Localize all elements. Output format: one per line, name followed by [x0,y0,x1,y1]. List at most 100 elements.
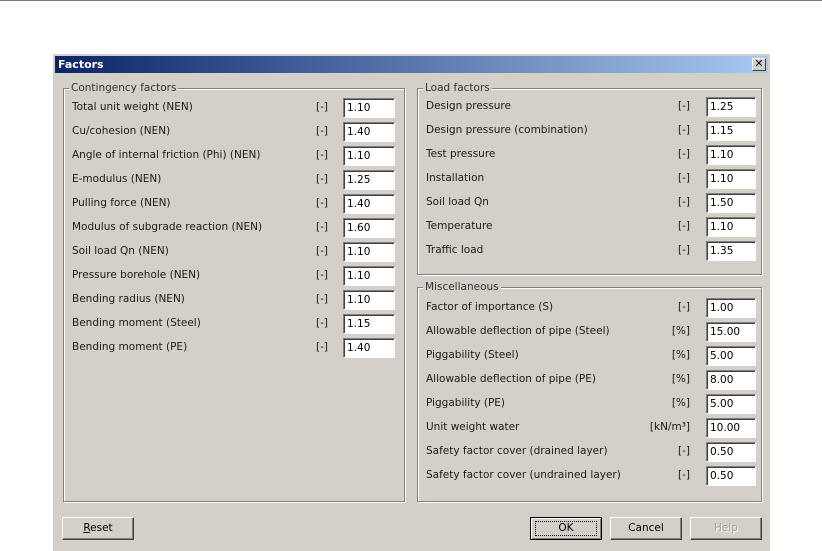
contingency-row-input[interactable] [343,338,395,358]
contingency-row-input[interactable] [343,314,395,334]
misc-row-input[interactable] [706,298,756,318]
ok-focus-rect [535,521,597,536]
misc-row: Piggability (PE) [%] [426,394,758,414]
contingency-row-input[interactable] [343,194,395,214]
load-row: Design pressure [-] [426,97,758,117]
contingency-row: Soil load Qn (NEN) [-] [72,242,402,262]
load-row-unit: [-] [678,124,690,136]
load-row-label: Test pressure [426,148,496,160]
misc-row-unit: [%] [671,397,690,409]
misc-row-input[interactable] [706,418,756,438]
contingency-row: Modulus of subgrade reaction (NEN) [-] [72,218,402,238]
misc-row-label: Allowable deflection of pipe (Steel) [426,325,610,337]
contingency-row-label: Modulus of subgrade reaction (NEN) [72,221,263,233]
contingency-row-input[interactable] [343,290,395,310]
misc-row-label: Factor of importance (S) [426,301,554,313]
help-button[interactable]: Help [690,517,762,540]
contingency-row: E-modulus (NEN) [-] [72,170,402,190]
dialog-title: Factors [58,58,104,71]
misc-row-label: Allowable deflection of pipe (PE) [426,373,596,385]
load-row-input[interactable] [706,169,756,189]
load-row-label: Design pressure (combination) [426,124,588,136]
misc-row-unit: [-] [678,301,690,313]
load-row-label: Temperature [426,220,493,232]
contingency-row-unit: [-] [316,317,328,329]
miscellaneous-legend: Miscellaneous [423,281,501,293]
misc-row-input[interactable] [706,466,756,486]
load-row-input[interactable] [706,241,756,261]
contingency-factors-group: Contingency factors Total unit weight (N… [63,82,405,502]
contingency-row-unit: [-] [316,269,328,281]
contingency-row-label: Cu/cohesion (NEN) [72,125,171,137]
load-row: Test pressure [-] [426,145,758,165]
contingency-row-label: Angle of internal friction (Phi) (NEN) [72,149,261,161]
contingency-row-label: E-modulus (NEN) [72,173,162,185]
misc-row-label: Piggability (Steel) [426,349,519,361]
reset-button[interactable]: Reset [62,517,134,540]
misc-row: Piggability (Steel) [%] [426,346,758,366]
load-row: Traffic load [-] [426,241,758,261]
misc-row: Safety factor cover (undrained layer) [-] [426,466,758,486]
misc-row-unit: [%] [671,373,690,385]
contingency-row: Pressure borehole (NEN) [-] [72,266,402,286]
cancel-button[interactable]: Cancel [610,517,682,540]
contingency-row-input[interactable] [343,122,395,142]
load-row-input[interactable] [706,97,756,117]
contingency-row: Angle of internal friction (Phi) (NEN) [-… [72,146,402,166]
miscellaneous-group: Miscellaneous Factor of importance (S) [-… [417,281,762,502]
misc-row-unit: [-] [678,445,690,457]
contingency-row-input[interactable] [343,218,395,238]
contingency-row-input[interactable] [343,98,395,118]
cancel-label: Cancel [628,522,664,534]
misc-row-input[interactable] [706,322,756,342]
contingency-row: Pulling force (NEN) [-] [72,194,402,214]
load-row-input[interactable] [706,145,756,165]
contingency-row-unit: [-] [316,341,328,353]
load-row-label: Soil load Qn [426,196,489,208]
contingency-row-unit: [-] [316,221,328,233]
contingency-row-unit: [-] [316,149,328,161]
load-row-label: Traffic load [426,244,484,256]
reset-label: eset [90,522,113,534]
close-icon[interactable]: ✕ [752,58,766,71]
contingency-row-input[interactable] [343,170,395,190]
load-factors-legend: Load factors [423,82,492,94]
misc-row-input[interactable] [706,394,756,414]
factors-dialog: Factors ✕ Contingency factors Total unit… [52,53,770,551]
load-row-unit: [-] [678,220,690,232]
misc-row-label: Safety factor cover (undrained layer) [426,469,621,481]
contingency-row-input[interactable] [343,146,395,166]
load-row-input[interactable] [706,217,756,237]
contingency-row-label: Bending moment (PE) [72,341,188,353]
misc-row-label: Safety factor cover (drained layer) [426,445,608,457]
contingency-row: Bending moment (PE) [-] [72,338,402,358]
misc-row: Allowable deflection of pipe (Steel) [%] [426,322,758,342]
contingency-row-input[interactable] [343,242,395,262]
load-row-input[interactable] [706,121,756,141]
contingency-row-label: Soil load Qn (NEN) [72,245,169,257]
contingency-row-unit: [-] [316,173,328,185]
load-row-unit: [-] [678,172,690,184]
misc-row-input[interactable] [706,370,756,390]
ok-button[interactable]: OK [530,517,602,540]
misc-row: Safety factor cover (drained layer) [-] [426,442,758,462]
load-row-input[interactable] [706,193,756,213]
contingency-row-unit: [-] [316,293,328,305]
misc-row-input[interactable] [706,442,756,462]
misc-row: Unit weight water [kN/m³] [426,418,758,438]
title-bar[interactable]: Factors ✕ [55,56,768,73]
contingency-row: Total unit weight (NEN) [-] [72,98,402,118]
misc-row-unit: [%] [671,349,690,361]
contingency-row-unit: [-] [316,101,328,113]
misc-row-unit: [-] [678,469,690,481]
contingency-row: Bending moment (Steel) [-] [72,314,402,334]
contingency-row-unit: [-] [316,125,328,137]
misc-row-input[interactable] [706,346,756,366]
load-row-unit: [-] [678,148,690,160]
load-row-label: Design pressure [426,100,511,112]
help-label: Help [714,522,738,534]
misc-row: Allowable deflection of pipe (PE) [%] [426,370,758,390]
contingency-row-unit: [-] [316,245,328,257]
load-row: Temperature [-] [426,217,758,237]
contingency-row-input[interactable] [343,266,395,286]
